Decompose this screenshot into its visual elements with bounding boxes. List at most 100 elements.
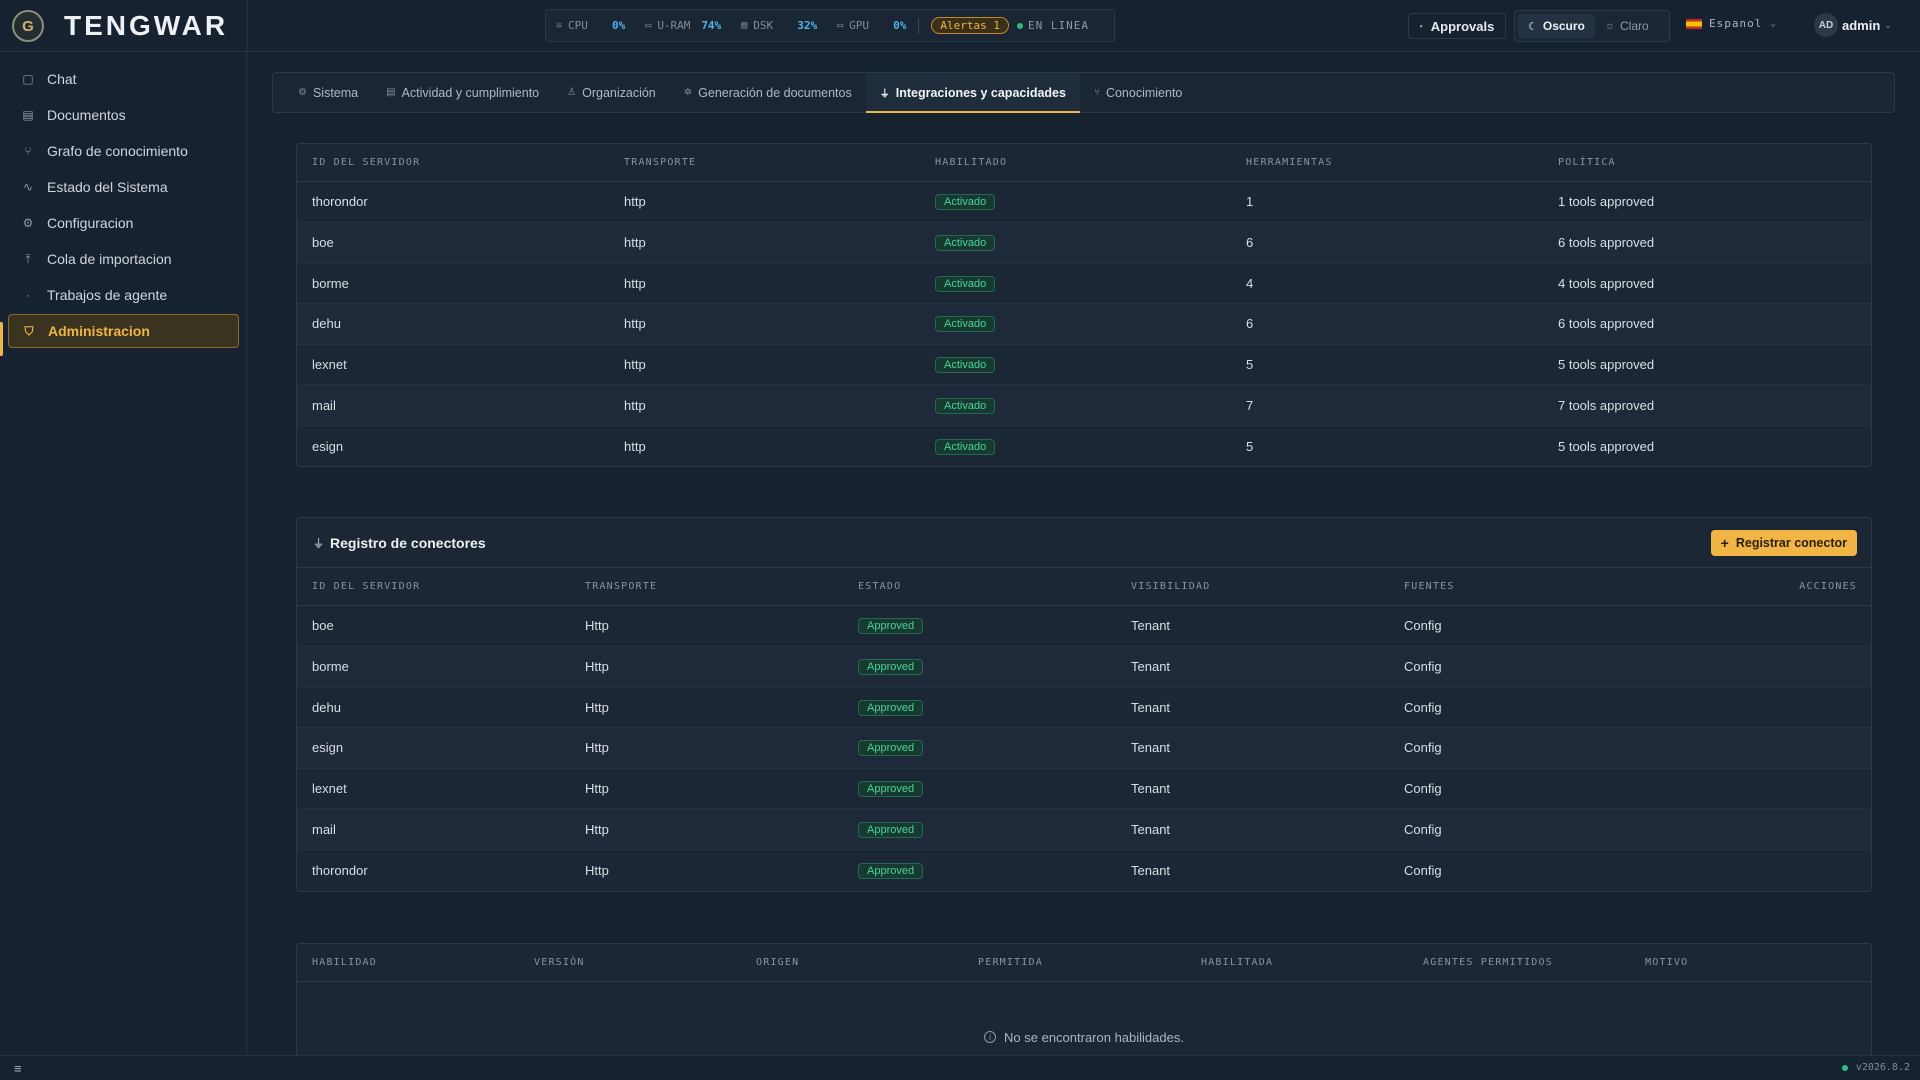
graph-icon: ⑂	[1093, 87, 1100, 98]
sidebar-item-label: Configuracion	[47, 215, 134, 231]
state-cell: Approved	[843, 821, 1116, 838]
language-selector[interactable]: Espanol ⌄	[1686, 17, 1777, 30]
table-row[interactable]: mail http Activado 7 7 tools approved	[297, 385, 1871, 427]
table-row[interactable]: esign Http Approved Tenant Config	[297, 728, 1871, 769]
table-row[interactable]: thorondor http Activado 1 1 tools approved	[297, 182, 1871, 223]
sidebar-item-label: Grafo de conocimiento	[47, 143, 188, 159]
register-connector-button[interactable]: + Registrar conector	[1710, 529, 1857, 556]
brand[interactable]: G TENGWAR	[12, 10, 228, 42]
server-id: boe	[312, 618, 334, 634]
gear-icon: ⚙	[22, 216, 34, 230]
transport: http	[624, 194, 646, 210]
table-row[interactable]: lexnet Http Approved Tenant Config	[297, 769, 1871, 810]
cpu-icon: ❊	[556, 20, 563, 31]
sidebar-item-system-status[interactable]: ∿ Estado del Sistema	[8, 170, 239, 204]
tools-count: 7	[1246, 397, 1254, 413]
sidebar-item-label: Cola de importacion	[47, 251, 172, 267]
enabled-cell: Activado	[920, 315, 1231, 333]
alerts-badge[interactable]: Alertas 1	[931, 17, 1009, 34]
visibility: Tenant	[1131, 862, 1171, 878]
column-header: HABILITADA	[1201, 957, 1274, 968]
status-dot-icon	[1841, 1064, 1848, 1071]
table-row[interactable]: boe http Activado 6 6 tools approved	[297, 222, 1871, 264]
table-row[interactable]: esign http Activado 5 5 tools approved	[297, 426, 1871, 466]
clipboard-icon: ▤	[386, 87, 396, 98]
gpu-icon: ▭	[837, 20, 844, 31]
sidebar-item-label: Chat	[47, 71, 77, 87]
table-row[interactable]: thorondor Http Approved Tenant Config	[297, 850, 1871, 891]
table-row[interactable]: dehu Http Approved Tenant Config	[297, 687, 1871, 729]
sidebar-item-knowledge-graph[interactable]: ⑂ Grafo de conocimiento	[8, 134, 239, 168]
graph-icon: ⑂	[24, 144, 32, 158]
state-cell: Approved	[843, 862, 1116, 879]
sidebar-item-import-queue[interactable]: ⤒ Cola de importacion	[8, 242, 239, 276]
transport: http	[624, 275, 646, 291]
metrics-divider	[918, 17, 920, 34]
column-header: PERMITIDA	[978, 957, 1043, 968]
source: Config	[1404, 821, 1442, 837]
chat-icon: ▢	[22, 72, 34, 86]
server-id: borme	[312, 275, 349, 291]
column-header: POLÍTICA	[1558, 157, 1616, 168]
servers-table-body: thorondor http Activado 1 1 tools approved bo…	[297, 182, 1871, 466]
tab-system[interactable]: ⚙ Sistema	[284, 73, 372, 112]
server-id: esign	[312, 438, 344, 454]
server-id: borme	[312, 659, 349, 675]
policy: 7 tools approved	[1558, 397, 1655, 413]
policy: 6 tools approved	[1558, 316, 1655, 332]
admin-tabs: ⚙ Sistema ▤ Actividad y cumplimiento ♙ O…	[272, 72, 1895, 113]
tab-activity-compliance[interactable]: ▤ Actividad y cumplimiento	[372, 73, 553, 112]
sidebar-item-label: Documentos	[47, 107, 126, 123]
table-row[interactable]: borme http Activado 4 4 tools approved	[297, 263, 1871, 305]
state-cell: Approved	[843, 658, 1116, 676]
metric-value: 0%	[612, 19, 626, 32]
online-status: EN LINEA	[1016, 19, 1089, 32]
column-header: VISIBILIDAD	[1131, 581, 1211, 592]
user-menu[interactable]: AD admin ⌄	[1814, 13, 1892, 37]
skills-panel: HABILIDAD VERSIÓN ORIGEN PERMITIDA HABIL…	[296, 943, 1872, 1073]
server-id: lexnet	[312, 781, 347, 797]
table-row[interactable]: mail Http Approved Tenant Config	[297, 809, 1871, 851]
moon-icon: ☾	[1528, 20, 1538, 33]
approvals-button[interactable]: • Approvals	[1408, 13, 1506, 39]
sidebar-item-administration[interactable]: ⛉ Administracion	[8, 314, 239, 348]
column-header: MOTIVO	[1645, 957, 1689, 968]
sidebar-item-agent-jobs[interactable]: · Trabajos de agente	[8, 278, 239, 312]
state-cell: Approved	[843, 617, 1116, 635]
tab-integrations[interactable]: ⏚ Integraciones y capacidades	[865, 73, 1081, 113]
tab-label: Conocimiento	[1105, 85, 1183, 100]
metric-gpu: ▭ GPU 0%	[837, 19, 906, 32]
status-badge: Approved	[858, 740, 924, 757]
transport: Http	[585, 618, 609, 634]
sidebar-item-documents[interactable]: ▤ Documentos	[8, 98, 239, 132]
theme-light-button[interactable]: ☼ Claro	[1595, 14, 1659, 38]
user-icon: ♙	[567, 87, 577, 98]
column-header: TRANSPORTE	[585, 581, 658, 592]
connectors-panel: ⏚ Registro de conectores + Registrar con…	[296, 517, 1872, 892]
tools-count: 1	[1246, 194, 1254, 210]
metric-label: U-RAM	[657, 19, 691, 32]
sparkle-icon: ✲	[683, 87, 693, 98]
sidebar-item-chat[interactable]: ▢ Chat	[8, 62, 239, 96]
sidebar-item-configuration[interactable]: ⚙ Configuracion	[8, 206, 239, 240]
enabled-cell: Activado	[920, 193, 1231, 211]
table-row[interactable]: dehu http Activado 6 6 tools approved	[297, 304, 1871, 345]
tab-knowledge[interactable]: ⑂ Conocimiento	[1080, 73, 1196, 112]
tab-organization[interactable]: ♙ Organización	[553, 73, 670, 112]
user-name: admin	[1842, 17, 1881, 33]
table-row[interactable]: lexnet http Activado 5 5 tools approved	[297, 345, 1871, 386]
column-header: FUENTES	[1404, 581, 1455, 592]
table-row[interactable]: borme Http Approved Tenant Config	[297, 646, 1871, 688]
visibility: Tenant	[1131, 659, 1171, 675]
table-row[interactable]: boe Http Approved Tenant Config	[297, 606, 1871, 647]
source: Config	[1404, 618, 1442, 634]
theme-dark-button[interactable]: ☾ Oscuro	[1518, 14, 1595, 38]
tools-count: 4	[1246, 275, 1254, 291]
visibility: Tenant	[1131, 618, 1171, 634]
brand-logo-icon: G	[12, 10, 44, 42]
hamburger-menu-icon[interactable]: ≡	[14, 1061, 22, 1076]
tab-document-generation[interactable]: ✲ Generación de documentos	[670, 73, 866, 112]
tab-label: Actividad y cumplimiento	[401, 85, 540, 100]
visibility: Tenant	[1131, 781, 1171, 797]
server-id: dehu	[312, 316, 341, 332]
